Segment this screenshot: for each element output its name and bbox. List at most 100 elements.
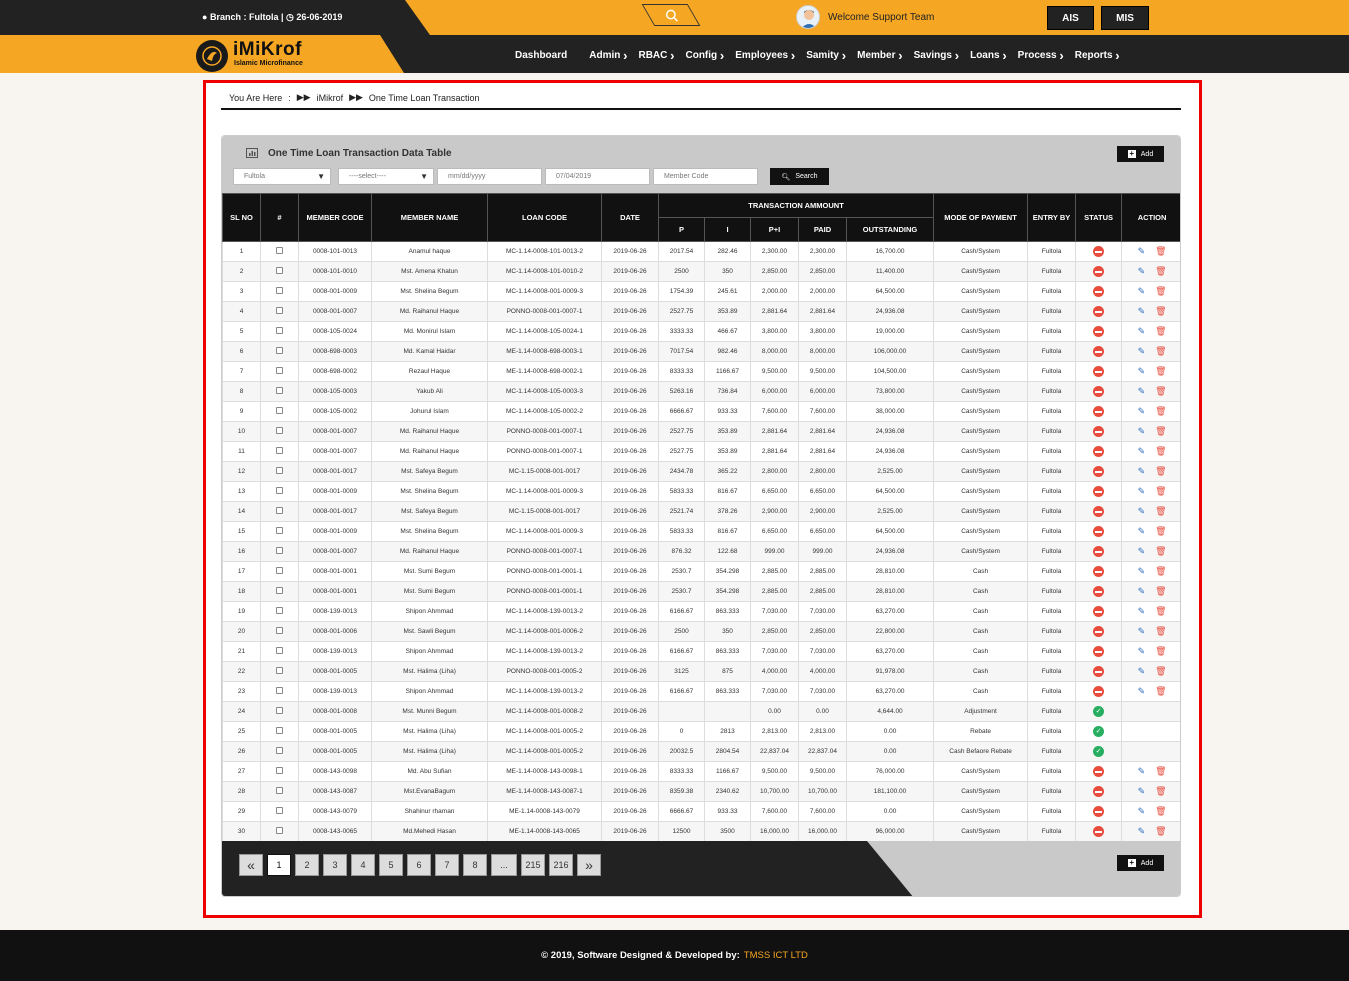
- pagination-page[interactable]: 4: [351, 854, 375, 876]
- nav-item-samity[interactable]: Samity ›: [806, 48, 846, 63]
- minus-circle-icon[interactable]: [1093, 646, 1105, 657]
- row-checkbox[interactable]: [276, 507, 283, 514]
- delete-icon[interactable]: 🗑︎: [1155, 286, 1166, 297]
- delete-icon[interactable]: 🗑︎: [1155, 446, 1166, 457]
- row-checkbox[interactable]: [276, 807, 283, 814]
- row-checkbox[interactable]: [276, 707, 283, 714]
- pagination-page[interactable]: 6: [407, 854, 431, 876]
- row-checkbox[interactable]: [276, 647, 283, 654]
- row-checkbox[interactable]: [276, 727, 283, 734]
- delete-icon[interactable]: 🗑︎: [1155, 606, 1166, 617]
- edit-icon[interactable]: ✎: [1138, 766, 1146, 777]
- row-checkbox[interactable]: [276, 347, 283, 354]
- col-outstanding[interactable]: OUTSTANDING: [845, 217, 935, 242]
- nav-item-admin[interactable]: Admin ›: [589, 48, 627, 63]
- row-checkbox[interactable]: [276, 267, 283, 274]
- row-checkbox[interactable]: [276, 687, 283, 694]
- check-circle-icon[interactable]: ✓: [1093, 726, 1105, 737]
- minus-circle-icon[interactable]: [1093, 626, 1105, 637]
- edit-icon[interactable]: ✎: [1138, 406, 1146, 417]
- col-loan-code[interactable]: LOAN CODE: [487, 193, 602, 242]
- edit-icon[interactable]: ✎: [1138, 666, 1146, 677]
- row-checkbox[interactable]: [276, 287, 283, 294]
- edit-icon[interactable]: ✎: [1138, 586, 1146, 597]
- delete-icon[interactable]: 🗑︎: [1155, 326, 1166, 337]
- col-i[interactable]: I: [704, 217, 751, 242]
- row-checkbox[interactable]: [276, 487, 283, 494]
- samity-select[interactable]: ----select---- ▼: [338, 168, 434, 185]
- minus-circle-icon[interactable]: [1093, 306, 1105, 317]
- delete-icon[interactable]: 🗑︎: [1155, 246, 1166, 257]
- edit-icon[interactable]: ✎: [1138, 646, 1146, 657]
- minus-circle-icon[interactable]: [1093, 526, 1105, 537]
- pagination-page[interactable]: 216: [549, 854, 573, 876]
- add-button-bottom[interactable]: + Add: [1117, 855, 1164, 871]
- pagination-page[interactable]: 7: [435, 854, 459, 876]
- minus-circle-icon[interactable]: [1093, 826, 1105, 837]
- delete-icon[interactable]: 🗑︎: [1155, 406, 1166, 417]
- pagination-page[interactable]: 215: [521, 854, 545, 876]
- edit-icon[interactable]: ✎: [1138, 446, 1146, 457]
- delete-icon[interactable]: 🗑︎: [1155, 826, 1166, 837]
- member-code-input[interactable]: Member Code: [653, 168, 758, 185]
- minus-circle-icon[interactable]: [1093, 766, 1105, 777]
- col-status[interactable]: STATUS: [1075, 193, 1123, 242]
- mis-button[interactable]: MIS: [1101, 6, 1149, 30]
- delete-icon[interactable]: 🗑︎: [1155, 586, 1166, 597]
- minus-circle-icon[interactable]: [1093, 566, 1105, 577]
- nav-item-loans[interactable]: Loans ›: [970, 48, 1007, 63]
- minus-circle-icon[interactable]: [1093, 586, 1105, 597]
- minus-circle-icon[interactable]: [1093, 366, 1105, 377]
- row-checkbox[interactable]: [276, 547, 283, 554]
- edit-icon[interactable]: ✎: [1138, 386, 1146, 397]
- minus-circle-icon[interactable]: [1093, 466, 1105, 477]
- row-checkbox[interactable]: [276, 447, 283, 454]
- branch-select[interactable]: Fultola ▼: [233, 168, 331, 185]
- edit-icon[interactable]: ✎: [1138, 626, 1146, 637]
- delete-icon[interactable]: 🗑︎: [1155, 266, 1166, 277]
- minus-circle-icon[interactable]: [1093, 546, 1105, 557]
- row-checkbox[interactable]: [276, 787, 283, 794]
- col-member-name[interactable]: MEMBER NAME: [371, 193, 488, 242]
- minus-circle-icon[interactable]: [1093, 266, 1105, 277]
- pagination-page[interactable]: 3: [323, 854, 347, 876]
- edit-icon[interactable]: ✎: [1138, 246, 1146, 257]
- nav-item-employees[interactable]: Employees ›: [735, 48, 795, 63]
- pagination-page[interactable]: 2: [295, 854, 319, 876]
- nav-item-savings[interactable]: Savings ›: [914, 48, 959, 63]
- delete-icon[interactable]: 🗑︎: [1155, 426, 1166, 437]
- pagination-page[interactable]: 5: [379, 854, 403, 876]
- delete-icon[interactable]: 🗑︎: [1155, 666, 1166, 677]
- nav-item-reports[interactable]: Reports ›: [1075, 48, 1120, 63]
- minus-circle-icon[interactable]: [1093, 486, 1105, 497]
- minus-circle-icon[interactable]: [1093, 426, 1105, 437]
- edit-icon[interactable]: ✎: [1138, 426, 1146, 437]
- delete-icon[interactable]: 🗑︎: [1155, 466, 1166, 477]
- row-checkbox[interactable]: [276, 427, 283, 434]
- row-checkbox[interactable]: [276, 527, 283, 534]
- edit-icon[interactable]: ✎: [1138, 366, 1146, 377]
- delete-icon[interactable]: 🗑︎: [1155, 366, 1166, 377]
- edit-icon[interactable]: ✎: [1138, 346, 1146, 357]
- minus-circle-icon[interactable]: [1093, 786, 1105, 797]
- minus-circle-icon[interactable]: [1093, 446, 1105, 457]
- minus-circle-icon[interactable]: [1093, 506, 1105, 517]
- edit-icon[interactable]: ✎: [1138, 686, 1146, 697]
- check-circle-icon[interactable]: ✓: [1093, 706, 1105, 717]
- search-button[interactable]: 🔍︎ Search: [770, 168, 829, 185]
- edit-icon[interactable]: ✎: [1138, 486, 1146, 497]
- delete-icon[interactable]: 🗑︎: [1155, 486, 1166, 497]
- pagination-next[interactable]: »: [577, 854, 601, 876]
- pagination-page[interactable]: 1: [267, 854, 291, 876]
- minus-circle-icon[interactable]: [1093, 406, 1105, 417]
- col-p[interactable]: P: [658, 217, 705, 242]
- nav-item-dashboard[interactable]: Dashboard: [515, 48, 567, 63]
- minus-circle-icon[interactable]: [1093, 386, 1105, 397]
- row-checkbox[interactable]: [276, 827, 283, 834]
- col-paid[interactable]: PAID: [798, 217, 847, 242]
- edit-icon[interactable]: ✎: [1138, 326, 1146, 337]
- edit-icon[interactable]: ✎: [1138, 506, 1146, 517]
- add-button-top[interactable]: + Add: [1117, 146, 1164, 162]
- edit-icon[interactable]: ✎: [1138, 286, 1146, 297]
- check-circle-icon[interactable]: ✓: [1093, 746, 1105, 757]
